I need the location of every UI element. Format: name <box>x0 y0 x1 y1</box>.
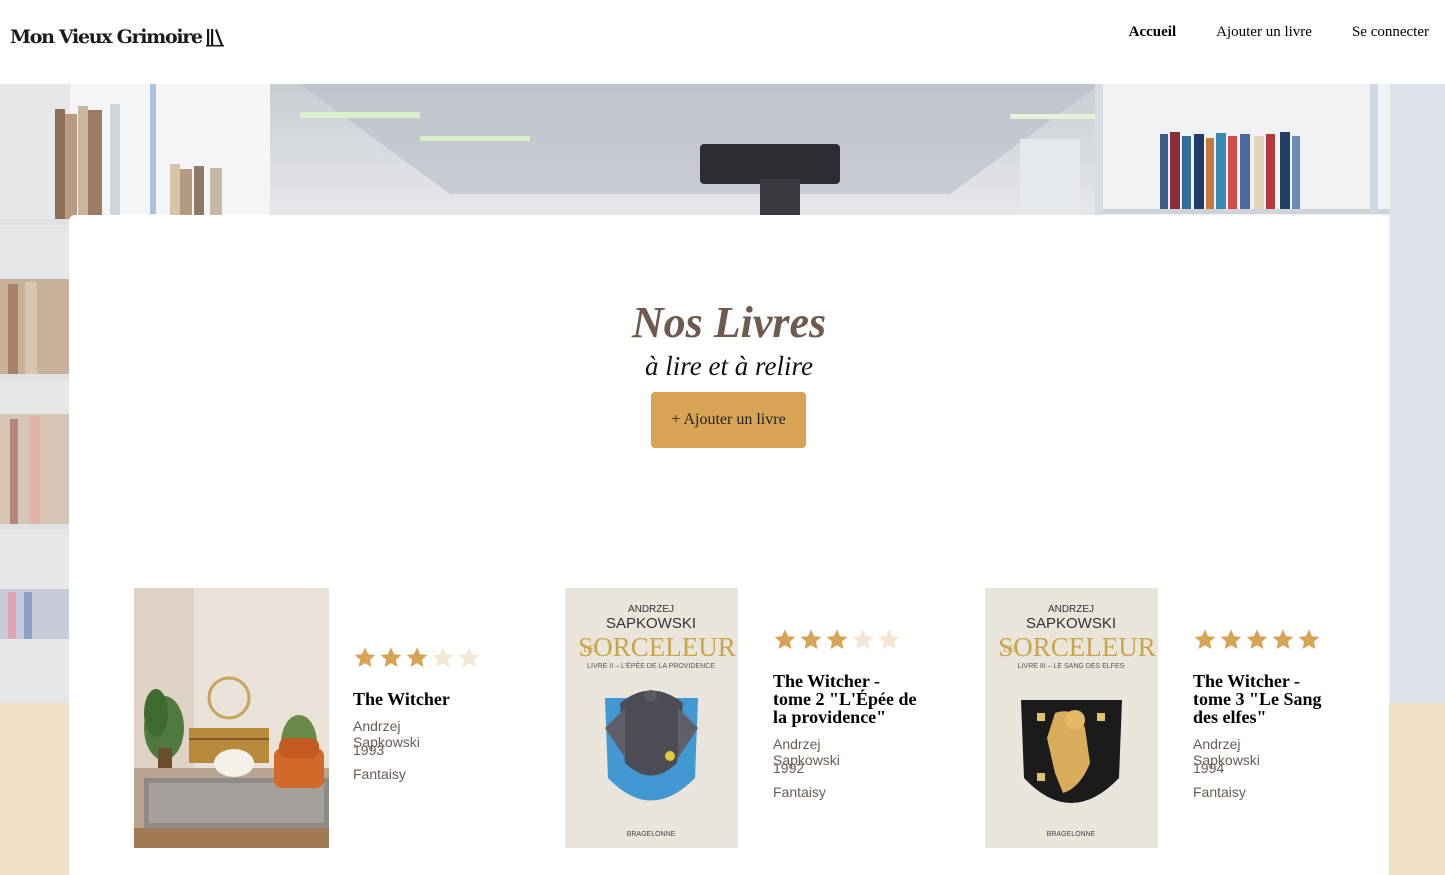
rating-stars <box>1193 628 1321 652</box>
nav-accueil[interactable]: Accueil <box>1129 24 1176 41</box>
star-empty-icon <box>432 647 454 667</box>
cover-subtitle: LIVRE III – LE SANG DES ELFES <box>1018 663 1125 670</box>
book-title[interactable]: The Witcher <box>353 690 493 708</box>
star-filled-icon <box>380 647 402 667</box>
star-filled-icon <box>774 629 796 649</box>
book-cover-image[interactable] <box>134 588 329 848</box>
site-logo[interactable]: Mon Vieux Grimoire <box>10 26 224 48</box>
star-empty-icon <box>878 629 900 649</box>
book-genre: Fantaisy <box>1193 784 1246 800</box>
nav-ajouter-livre[interactable]: Ajouter un livre <box>1216 24 1312 41</box>
star-filled-icon <box>1272 629 1294 649</box>
star-empty-icon <box>458 647 480 667</box>
book-year: 1992 <box>773 760 805 776</box>
cover-publisher: BRAGELONNE <box>1047 831 1096 838</box>
book-genre: Fantaisy <box>773 784 826 800</box>
star-filled-icon <box>1246 629 1268 649</box>
nav-se-connecter[interactable]: Se connecter <box>1352 24 1429 41</box>
logo-text: Mon Vieux Grimoire <box>10 26 203 48</box>
star-filled-icon <box>354 647 376 667</box>
cover-author-last: SAPKOWSKI <box>606 615 696 632</box>
book-year: 1994 <box>1193 760 1225 776</box>
star-filled-icon <box>1298 629 1320 649</box>
cover-subtitle: LIVRE II – L'ÉPÉE DE LA PROVIDENCE <box>587 661 715 670</box>
books-section: Nos Livres à lire et à relire + Ajouter … <box>69 215 1389 875</box>
page-title: Nos Livres <box>631 298 827 347</box>
book-year: 1993 <box>353 742 385 758</box>
cover-series: SORCELEUR <box>578 632 736 662</box>
site-header: Mon Vieux Grimoire Accueil Ajouter un li… <box>0 0 1445 84</box>
cover-author-last: SAPKOWSKI <box>1026 615 1116 632</box>
cover-author-first: ANDRZEJ <box>628 604 674 615</box>
rating-stars <box>353 646 481 670</box>
star-filled-icon <box>800 629 822 649</box>
book-title[interactable]: The Witcher - tome 2 "L'Épée de la provi… <box>773 672 918 726</box>
star-filled-icon <box>1220 629 1242 649</box>
star-filled-icon <box>406 647 428 667</box>
books-logo-icon <box>205 28 224 46</box>
add-book-button[interactable]: + Ajouter un livre <box>651 392 806 448</box>
page-subtitle: à lire et à relire <box>645 351 813 381</box>
cover-publisher: BRAGELONNE <box>627 831 676 838</box>
rating-stars <box>773 628 901 652</box>
book-title[interactable]: The Witcher - tome 3 "Le Sang des elfes" <box>1193 672 1338 726</box>
book-genre: Fantaisy <box>353 766 406 782</box>
book-cover-image[interactable]: ANDRZEJ SAPKOWSKI LE SORCELEUR LIVRE III… <box>985 588 1158 848</box>
cover-author-first: ANDRZEJ <box>1048 604 1094 615</box>
book-cover-image[interactable]: ANDRZEJ SAPKOWSKI LE SORCELEUR LIVRE II … <box>565 588 738 848</box>
cover-series: SORCELEUR <box>998 632 1156 662</box>
star-filled-icon <box>826 629 848 649</box>
main-nav: Accueil Ajouter un livre Se connecter <box>1129 24 1429 41</box>
star-empty-icon <box>852 629 874 649</box>
star-filled-icon <box>1194 629 1216 649</box>
